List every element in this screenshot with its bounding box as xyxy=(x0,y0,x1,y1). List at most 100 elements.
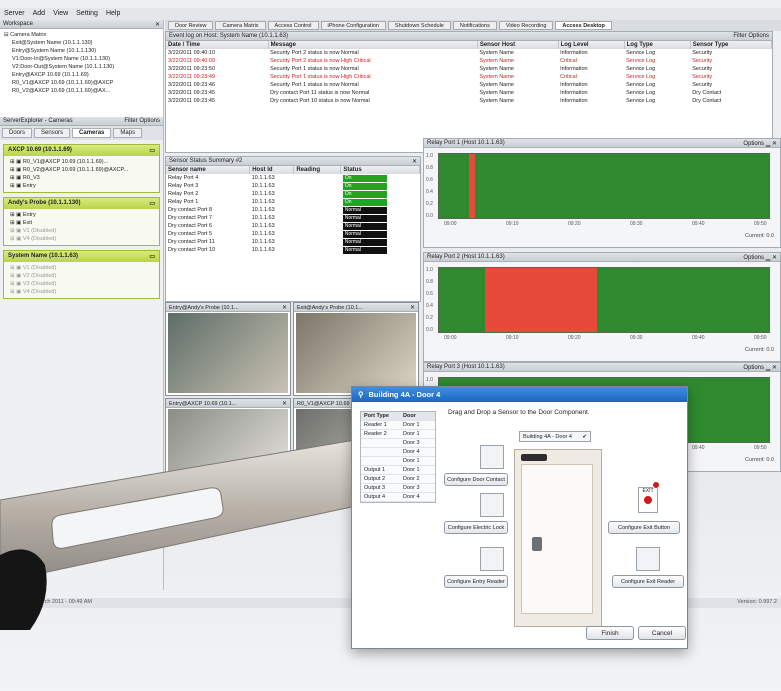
column-header[interactable]: Host Id xyxy=(249,166,295,174)
table-row[interactable]: 3/22/2011 09:40:10 Security Port 2 status… xyxy=(166,49,772,57)
entry-reader-slot[interactable] xyxy=(480,547,504,571)
table-row[interactable]: 3/22/2011 09:23:46 Security Port 1 status… xyxy=(166,81,772,89)
table-row[interactable]: Dry contact Port 5 10.1.1.63 Normal xyxy=(166,230,420,238)
tab-sensors[interactable]: Sensors xyxy=(34,128,71,138)
column-header[interactable]: Sensor Type xyxy=(690,41,773,49)
menu-item[interactable]: Help xyxy=(106,10,120,18)
configure-exit-reader-button[interactable]: Configure Exit Reader xyxy=(612,575,684,588)
column-header[interactable]: Sensor name xyxy=(166,166,251,174)
tree-item[interactable]: Entry@AXCP 10.69 (10.1.1.69) xyxy=(4,71,159,79)
port-row[interactable]: Door 3 xyxy=(361,439,435,448)
options-button[interactable]: Options ▁ ✕ xyxy=(743,254,777,261)
tree-item[interactable]: Entry@System Name (10.1.1.130) xyxy=(4,47,159,55)
door-select[interactable]: Building 4A - Door 4 ✔ xyxy=(519,431,591,442)
group-header[interactable]: AXCP 10.69 (10.1.1.69) ▭ xyxy=(4,145,159,156)
configure-electric-lock-button[interactable]: Configure Electric Lock xyxy=(444,521,508,534)
table-row[interactable]: 3/22/2011 09:40:09 Security Port 2 status… xyxy=(166,57,772,65)
table-row[interactable]: Relay Port 2 10.1.1.63 On xyxy=(166,190,420,198)
camera-item[interactable]: ⊞ ▣ V1 (Disabled) xyxy=(10,227,153,235)
electric-lock-slot[interactable] xyxy=(480,493,504,517)
configure-exit-button-button[interactable]: Configure Exit Button xyxy=(608,521,680,534)
tab-video-recording[interactable]: Video Recording xyxy=(498,21,554,30)
camera-item[interactable]: ⊞ ▣ V4 (Disabled) xyxy=(10,235,153,243)
tab-doors[interactable]: Doors xyxy=(2,128,33,138)
close-icon[interactable]: ✕ xyxy=(410,304,415,311)
tab-access-desktop[interactable]: Access Desktop xyxy=(555,21,612,30)
table-row[interactable]: Dry contact Port 8 10.1.1.63 Normal xyxy=(166,206,420,214)
camera-item[interactable]: ⊞ ▣ V4 (Disabled) xyxy=(10,288,153,296)
table-row[interactable]: 3/22/2011 09:23:50 Security Port 1 status… xyxy=(166,65,772,73)
group-header[interactable]: System Name (10.1.1.63) ▭ xyxy=(4,251,159,262)
exit-remove-icon[interactable] xyxy=(652,481,660,489)
menu-item[interactable]: Server xyxy=(4,10,25,18)
camera-item[interactable]: ⊞ ▣ R0_V1@AXCP 10.69 (10.1.1.69)... xyxy=(10,158,153,166)
column-header[interactable]: Date / Time xyxy=(166,41,269,49)
tree-item[interactable]: V2:Door-Out@System Name (10.1.1.130) xyxy=(4,63,159,71)
tab-cameras[interactable]: Cameras xyxy=(72,128,112,138)
menu-item[interactable]: Add xyxy=(33,10,45,18)
camera-item[interactable]: ⊞ ▣ R0_V3 xyxy=(10,174,153,182)
column-header[interactable]: Sensor Host xyxy=(477,41,559,49)
port-row[interactable]: Door 4 xyxy=(361,448,435,457)
configure-door-contact-button[interactable]: Configure Door Contact xyxy=(444,473,508,486)
port-row[interactable]: Reader 1 Door 1 xyxy=(361,421,435,430)
menu-item[interactable]: View xyxy=(53,10,68,18)
table-row[interactable]: Dry contact Port 6 10.1.1.63 Normal xyxy=(166,222,420,230)
table-row[interactable]: Dry contact Port 11 10.1.1.63 Normal xyxy=(166,238,420,246)
camera-item[interactable]: ⊞ ▣ V3 (Disabled) xyxy=(10,280,153,288)
tab-maps[interactable]: Maps xyxy=(113,128,143,138)
tab-camera-matrix[interactable]: Camera Matrix xyxy=(215,21,266,30)
table-row[interactable]: 3/22/2011 09:23:45 Dry contact Port 10 st… xyxy=(166,97,772,105)
tab-shutdown-schedule[interactable]: Shutdown Schedule xyxy=(387,21,451,30)
tab-iphone-configuration[interactable]: iPhone Configuration xyxy=(320,21,386,30)
column-header[interactable]: Log Level xyxy=(558,41,625,49)
table-row[interactable]: Dry contact Port 7 10.1.1.63 Normal xyxy=(166,214,420,222)
options-button[interactable]: Options ▁ ✕ xyxy=(743,140,777,147)
camera-tile[interactable]: Exit@Andy's Probe (10.1... ✕ xyxy=(293,302,419,396)
tab-access-control[interactable]: Access Control xyxy=(267,21,319,30)
exit-reader-slot[interactable] xyxy=(636,547,660,571)
door-contact-slot[interactable] xyxy=(480,445,504,469)
camera-tile[interactable]: Entry@Andy's Probe (10.1... ✕ xyxy=(165,302,291,396)
camera-item[interactable]: ⊞ ▣ Exit xyxy=(10,219,153,227)
menu-item[interactable]: Setting xyxy=(76,10,98,18)
port-row[interactable]: Output 1 Door 1 xyxy=(361,466,435,475)
group-header[interactable]: Andy's Probe (10.1.1.130) ▭ xyxy=(4,198,159,209)
configure-entry-reader-button[interactable]: Configure Entry Reader xyxy=(444,575,508,588)
table-row[interactable]: Dry contact Port 10 10.1.1.63 Normal xyxy=(166,246,420,254)
tab-door-review[interactable]: Door Review xyxy=(168,21,214,30)
tab-notifications[interactable]: Notifications xyxy=(452,21,497,30)
port-row[interactable]: Reader 2 Door 1 xyxy=(361,430,435,439)
cancel-button[interactable]: Cancel xyxy=(638,626,686,640)
column-header[interactable]: Status xyxy=(340,166,420,174)
options-button[interactable]: Options ▁ ✕ xyxy=(743,364,777,371)
table-row[interactable]: 3/22/2011 09:23:45 Dry contact Port 11 st… xyxy=(166,89,772,97)
port-row[interactable]: Output 2 Door 2 xyxy=(361,475,435,484)
column-header[interactable]: Message xyxy=(268,41,478,49)
port-row[interactable]: Output 3 Door 3 xyxy=(361,484,435,493)
table-row[interactable]: Relay Port 3 10.1.1.63 On xyxy=(166,182,420,190)
exit-button-graphic[interactable]: EXIT xyxy=(638,487,658,513)
tree-item[interactable]: R0_V1@AXCP 10.69 (10.1.1.69)@AXCP xyxy=(4,79,159,87)
tree-item[interactable]: ⊟ Camera Matrix xyxy=(4,31,159,39)
column-header[interactable]: Log Type xyxy=(624,41,691,49)
camera-item[interactable]: ⊞ ▣ R0_V2@AXCP 10.69 (10.1.1.69)@AXCP... xyxy=(10,166,153,174)
close-icon[interactable]: ✕ xyxy=(412,158,417,165)
close-icon[interactable]: ✕ xyxy=(155,21,160,28)
close-icon[interactable]: ✕ xyxy=(282,400,287,407)
tree-item[interactable]: R0_V2@AXCP 10.69 (10.1.1.69)@AX... xyxy=(4,87,159,95)
camera-item[interactable]: ⊞ ▣ Entry xyxy=(10,182,153,190)
tree-item[interactable]: V1:Door-In@System Name (10.1.1.130) xyxy=(4,55,159,63)
table-row[interactable]: Relay Port 4 10.1.1.63 On xyxy=(166,174,420,182)
column-header[interactable]: Reading xyxy=(293,166,342,174)
table-row[interactable]: 3/22/2011 09:23:49 Security Port 1 status… xyxy=(166,73,772,81)
finish-button[interactable]: Finish xyxy=(586,626,634,640)
camera-item[interactable]: ⊞ ▣ V2 (Disabled) xyxy=(10,272,153,280)
tree-item[interactable]: Exit@System Name (10.1.1.130) xyxy=(4,39,159,47)
camera-item[interactable]: ⊞ ▣ V1 (Disabled) xyxy=(10,264,153,272)
close-icon[interactable]: ✕ xyxy=(282,304,287,311)
camera-item[interactable]: ⊞ ▣ Entry xyxy=(10,211,153,219)
port-row[interactable]: Output 4 Door 4 xyxy=(361,493,435,502)
table-row[interactable]: Relay Port 1 10.1.1.63 On xyxy=(166,198,420,206)
port-row[interactable]: Door 1 xyxy=(361,457,435,466)
